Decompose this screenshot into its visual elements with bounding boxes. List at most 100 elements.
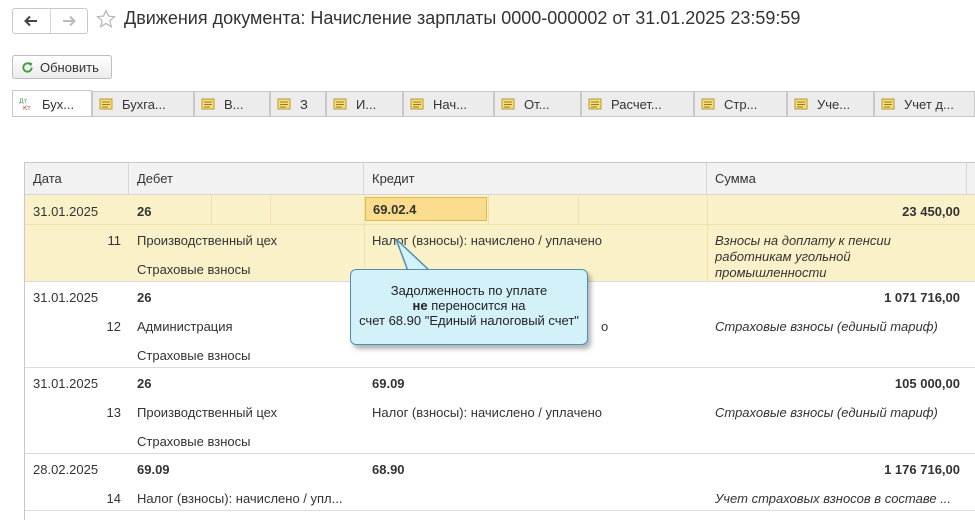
register-icon <box>588 98 602 110</box>
debit-subconto-1: Производственный цех <box>137 405 278 420</box>
register-icon <box>277 98 291 110</box>
credit-subconto-1: Налог (взносы): начислено / уплачено <box>372 405 602 420</box>
comment-cell: Страховые взносы (единый тариф) <box>715 405 938 420</box>
callout-line-2: не переносится на <box>351 298 587 313</box>
debit-subconto-2: Страховые взносы <box>137 348 251 363</box>
amount-cell: 1 071 716,00 <box>884 290 960 305</box>
tab-str[interactable]: Стр... <box>694 91 787 116</box>
register-icon <box>794 98 808 110</box>
callout-note: Задолженность по уплате не переносится н… <box>350 269 588 345</box>
callout-line-3: счет 68.90 "Единый налоговый счет" <box>359 313 579 328</box>
star-icon <box>96 9 116 28</box>
tab-nach[interactable]: Нач... <box>403 91 494 116</box>
tab-buh-active[interactable]: Дт Кт Бух... <box>12 90 92 117</box>
tab-label: От... <box>524 96 550 112</box>
debit-subconto-1: Налог (взносы): начислено / упл... <box>137 491 343 506</box>
forward-button[interactable] <box>49 9 88 33</box>
row-divider <box>25 224 975 225</box>
register-icon <box>881 98 895 110</box>
line-number: 13 <box>106 405 121 420</box>
amount-cell: 1 176 716,00 <box>884 462 960 477</box>
tab-v[interactable]: В... <box>194 91 270 116</box>
row-separator <box>25 367 975 368</box>
tabs-divider <box>12 116 975 117</box>
row-separator <box>25 453 975 454</box>
tab-buhg[interactable]: Бухга... <box>92 91 194 116</box>
tab-uchet-d[interactable]: Учет д... <box>874 91 975 116</box>
register-icon <box>410 98 424 110</box>
cell-divider <box>270 195 271 224</box>
amount-cell: 105 000,00 <box>894 376 960 391</box>
tab-label: Нач... <box>433 96 467 112</box>
navigation-buttons <box>12 8 88 34</box>
cell-divider <box>211 195 212 224</box>
register-icon <box>99 98 113 110</box>
date-cell: 31.01.2025 <box>33 376 99 391</box>
register-icon <box>201 98 215 110</box>
debit-account: 26 <box>137 290 152 305</box>
debit-subconto-1: Администрация <box>137 319 233 334</box>
line-number: 11 <box>107 233 122 248</box>
svg-text:Дт: Дт <box>19 98 28 105</box>
callout-pointer-joint <box>396 270 426 273</box>
back-button[interactable] <box>13 9 50 33</box>
tab-z[interactable]: З <box>270 91 326 116</box>
tab-raschet[interactable]: Расчет... <box>581 91 694 116</box>
comment-cell: Страховые взносы (единый тариф) <box>715 319 938 334</box>
debit-account: 26 <box>137 204 152 219</box>
credit-account: 68.90 <box>372 462 405 477</box>
debit-subconto-2: Страховые взносы <box>137 434 251 449</box>
column-header-debit[interactable]: Дебет <box>129 163 364 194</box>
dt-kt-icon: ДтКт <box>19 98 31 110</box>
comment-cell: Учет страховых взносов в составе ... <box>715 491 952 506</box>
column-header-credit[interactable]: Кредит <box>364 163 707 194</box>
row-separator <box>25 510 975 511</box>
tab-label: И... <box>356 96 377 112</box>
debit-account: 69.09 <box>137 462 170 477</box>
tab-label: Бух... <box>42 96 75 112</box>
register-icon <box>701 98 715 110</box>
tab-label: З <box>300 96 308 112</box>
line-number: 12 <box>106 319 121 334</box>
refresh-icon <box>22 61 33 73</box>
tab-label: Стр... <box>724 96 758 112</box>
table-header: Дата Дебет Кредит Сумма <box>25 163 975 195</box>
favorite-button[interactable] <box>96 9 116 29</box>
debit-subconto-1: Производственный цех <box>137 233 278 248</box>
cell-divider <box>578 195 579 224</box>
debit-account: 26 <box>137 376 152 391</box>
svg-text:Кт: Кт <box>23 105 31 110</box>
callout-line-2-rest: переносится на <box>427 298 526 313</box>
tab-uche[interactable]: Уче... <box>787 91 874 116</box>
amount-cell: 23 450,00 <box>902 204 960 219</box>
line-number: 14 <box>106 491 121 506</box>
tab-label: Расчет... <box>611 96 662 112</box>
date-cell: 31.01.2025 <box>33 290 99 305</box>
cell-divider <box>488 195 489 224</box>
tab-ot[interactable]: От... <box>494 91 581 116</box>
date-cell: 31.01.2025 <box>33 204 99 219</box>
comment-cell: Взносы на доплату к пенсии работникам уг… <box>715 233 891 280</box>
debit-subconto-2: Страховые взносы <box>137 262 251 277</box>
refresh-label: Обновить <box>40 59 99 75</box>
tab-label: В... <box>224 96 244 112</box>
column-header-amount[interactable]: Сумма <box>707 163 967 194</box>
callout-line-1: Задолженность по уплате <box>390 283 548 298</box>
register-icon <box>501 98 515 110</box>
credit-account-focused[interactable]: 69.02.4 <box>365 197 487 221</box>
arrow-left-icon <box>24 15 38 27</box>
page-title: Движения документа: Начисление зарплаты … <box>124 8 801 28</box>
column-header-date[interactable]: Дата <box>25 163 129 194</box>
tab-label: Бухга... <box>122 96 166 112</box>
refresh-button[interactable]: Обновить <box>12 55 112 79</box>
tab-i[interactable]: И... <box>326 91 403 116</box>
credit-account: 69.09 <box>372 376 405 391</box>
credit-subconto-tail: о <box>601 319 609 334</box>
arrow-right-icon <box>62 15 76 27</box>
tab-label: Учет д... <box>904 96 954 112</box>
callout-emphasis: не <box>412 298 428 313</box>
register-tabs: Дт Кт Бух... Бухга... В... З И... Нач... … <box>12 90 975 117</box>
date-cell: 28.02.2025 <box>33 462 99 477</box>
tab-label: Уче... <box>817 96 851 112</box>
register-icon <box>333 98 347 110</box>
